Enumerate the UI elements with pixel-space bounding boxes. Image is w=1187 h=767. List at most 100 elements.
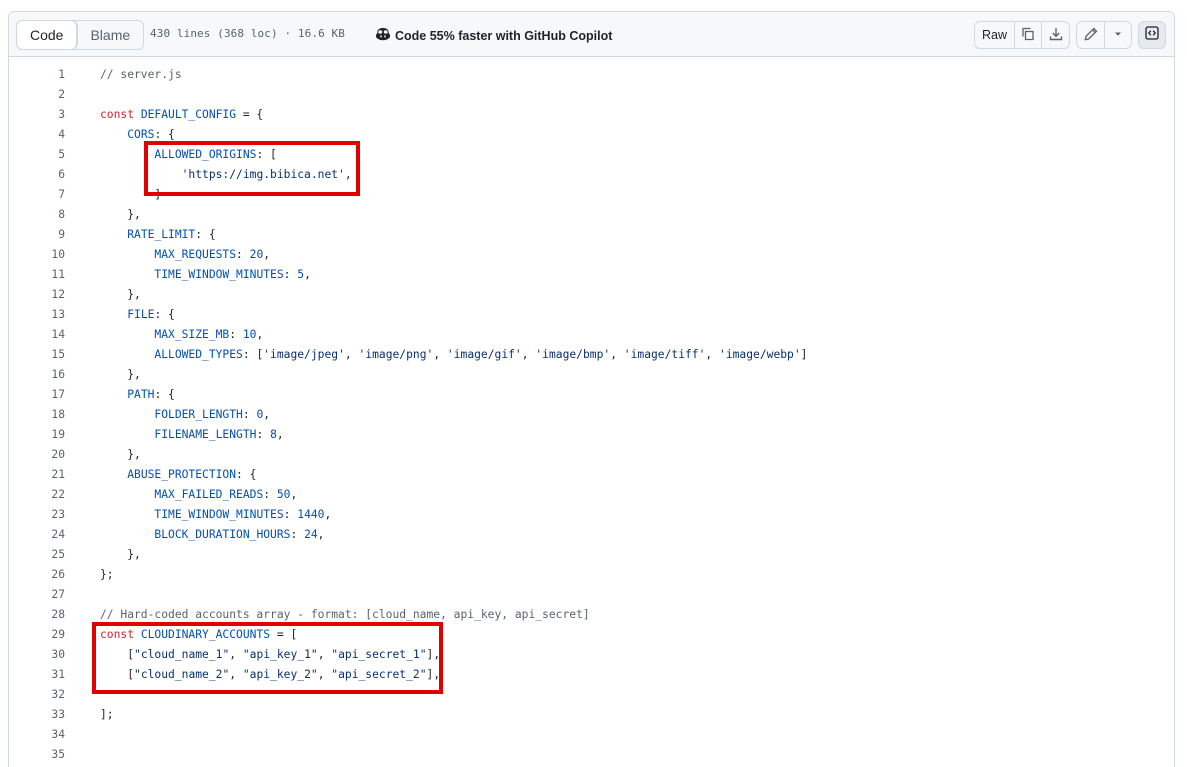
code-token: ] [800, 348, 808, 361]
code-token: FILENAME_LENGTH [154, 428, 257, 441]
code-token: : [283, 508, 298, 521]
code-line: 12 }, [9, 285, 1174, 305]
code-token: ]; [100, 708, 114, 721]
blame-tab[interactable]: Blame [77, 21, 143, 49]
code-line: 9 RATE_LIMIT: { [9, 225, 1174, 245]
line-number[interactable]: 26 [9, 565, 65, 585]
code-token: }, [127, 548, 141, 561]
code-token: 1440 [297, 508, 325, 521]
code-token: , [610, 348, 624, 361]
symbols-toggle-button[interactable] [1138, 21, 1166, 49]
code-token: : { [154, 128, 175, 141]
code-token: , [344, 348, 359, 361]
line-number[interactable]: 5 [9, 145, 65, 165]
highlight-box-cloudinary-accounts [92, 622, 443, 694]
line-number[interactable]: 15 [9, 345, 65, 365]
line-number[interactable]: 10 [9, 245, 65, 265]
code-line: 22 MAX_FAILED_READS: 50, [9, 485, 1174, 505]
code-token: 20 [249, 248, 264, 261]
code-token: 'image/tiff' [623, 348, 706, 361]
line-content: MAX_SIZE_MB: 10, [100, 325, 263, 345]
code-token: CORS [127, 128, 155, 141]
line-content: }, [100, 545, 141, 565]
code-token: }, [127, 448, 141, 461]
code-line: 8 }, [9, 205, 1174, 225]
line-number[interactable]: 34 [9, 725, 65, 745]
line-number[interactable]: 31 [9, 665, 65, 685]
line-number[interactable]: 14 [9, 325, 65, 345]
line-content: }, [100, 365, 141, 385]
code-line: 18 FOLDER_LENGTH: 0, [9, 405, 1174, 425]
code-line: 20 }, [9, 445, 1174, 465]
line-number[interactable]: 12 [9, 285, 65, 305]
raw-button[interactable]: Raw [975, 22, 1015, 48]
line-content: FILENAME_LENGTH: 8, [100, 425, 283, 445]
code-token: 8 [270, 428, 277, 441]
download-button[interactable] [1042, 22, 1069, 48]
line-number[interactable]: 18 [9, 405, 65, 425]
line-number[interactable]: 13 [9, 305, 65, 325]
line-number[interactable]: 6 [9, 165, 65, 185]
code-line: 11 TIME_WINDOW_MINUTES: 5, [9, 265, 1174, 285]
line-number[interactable]: 32 [9, 685, 65, 705]
code-token: , [317, 528, 325, 541]
highlight-box-allowed-origins [144, 141, 360, 196]
code-token: : [283, 268, 298, 281]
code-line: 24 BLOCK_DURATION_HOURS: 24, [9, 525, 1174, 545]
copilot-promo[interactable]: Code 55% faster with GitHub Copilot [375, 26, 612, 45]
line-number[interactable]: 3 [9, 105, 65, 125]
code-tab[interactable]: Code [17, 21, 78, 49]
copy-icon [1020, 26, 1036, 45]
copy-button[interactable] [1015, 22, 1042, 48]
line-content: ]; [100, 705, 114, 725]
line-number[interactable]: 27 [9, 585, 65, 605]
line-number[interactable]: 7 [9, 185, 65, 205]
line-number[interactable]: 9 [9, 225, 65, 245]
line-number[interactable]: 30 [9, 645, 65, 665]
code-token: : [263, 488, 277, 501]
code-line: 2 [9, 85, 1174, 105]
code-line: 10 MAX_REQUESTS: 20, [9, 245, 1174, 265]
edit-dropdown-button[interactable] [1105, 22, 1131, 48]
line-number[interactable]: 8 [9, 205, 65, 225]
line-number[interactable]: 33 [9, 705, 65, 725]
line-number[interactable]: 20 [9, 445, 65, 465]
code-line: 34 [9, 725, 1174, 745]
download-icon [1048, 26, 1064, 45]
code-line: 16 }, [9, 365, 1174, 385]
code-token: }, [127, 288, 141, 301]
line-content: MAX_REQUESTS: 20, [100, 245, 270, 265]
line-number[interactable]: 23 [9, 505, 65, 525]
code-token: , [263, 408, 271, 421]
line-number[interactable]: 35 [9, 745, 65, 765]
line-number[interactable]: 25 [9, 545, 65, 565]
code-token: : [ [242, 348, 264, 361]
line-content: }, [100, 285, 141, 305]
line-number[interactable]: 24 [9, 525, 65, 545]
line-number[interactable]: 17 [9, 385, 65, 405]
code-line: 26}; [9, 565, 1174, 585]
file-view: Code Blame 430 lines (368 loc) · 16.6 KB… [8, 11, 1175, 767]
code-token: : { [236, 468, 257, 481]
line-number[interactable]: 2 [9, 85, 65, 105]
code-token: : [242, 408, 257, 421]
line-number[interactable]: 16 [9, 365, 65, 385]
line-number[interactable]: 1 [9, 65, 65, 85]
code-token: // Hard-coded accounts array - format: [… [100, 608, 590, 621]
line-number[interactable]: 11 [9, 265, 65, 285]
line-content: const DEFAULT_CONFIG = { [100, 105, 263, 125]
line-number[interactable]: 22 [9, 485, 65, 505]
line-number[interactable]: 28 [9, 605, 65, 625]
line-number[interactable]: 4 [9, 125, 65, 145]
line-content: PATH: { [100, 385, 175, 405]
line-number[interactable]: 29 [9, 625, 65, 645]
line-number[interactable]: 19 [9, 425, 65, 445]
code-line: 27 [9, 585, 1174, 605]
edit-button[interactable] [1077, 22, 1105, 48]
code-token: , [433, 348, 447, 361]
line-content: TIME_WINDOW_MINUTES: 1440, [100, 505, 331, 525]
code-token: : [256, 428, 271, 441]
line-content: RATE_LIMIT: { [100, 225, 215, 245]
code-token: , [304, 268, 311, 281]
line-number[interactable]: 21 [9, 465, 65, 485]
